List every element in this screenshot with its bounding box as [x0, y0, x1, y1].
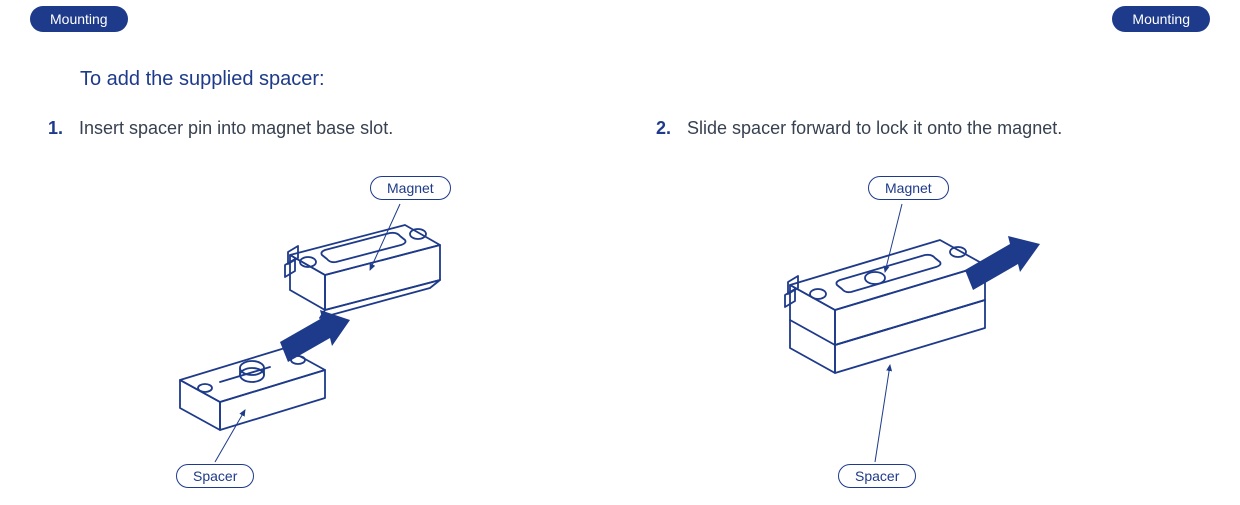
spacer-label-2: Spacer: [838, 464, 916, 488]
diagram-2-svg: [720, 170, 1080, 500]
spacer-label-1: Spacer: [176, 464, 254, 488]
magnet-label-1: Magnet: [370, 176, 451, 200]
header-tag-left: Mounting: [30, 6, 128, 32]
step-2-text: Slide spacer forward to lock it onto the…: [687, 118, 1062, 139]
step-2: 2. Slide spacer forward to lock it onto …: [656, 118, 1216, 139]
diagram-1-svg: [150, 170, 510, 500]
step-2-number: 2.: [656, 118, 671, 139]
header-tag-right: Mounting: [1112, 6, 1210, 32]
magnet-label-2: Magnet: [868, 176, 949, 200]
section-title: To add the supplied spacer:: [80, 68, 325, 91]
diagram-1: Magnet Spacer: [150, 170, 510, 500]
diagram-2: Magnet Spacer: [720, 170, 1080, 500]
step-1: 1. Insert spacer pin into magnet base sl…: [48, 118, 608, 139]
step-1-number: 1.: [48, 118, 63, 139]
step-1-text: Insert spacer pin into magnet base slot.: [79, 118, 393, 139]
